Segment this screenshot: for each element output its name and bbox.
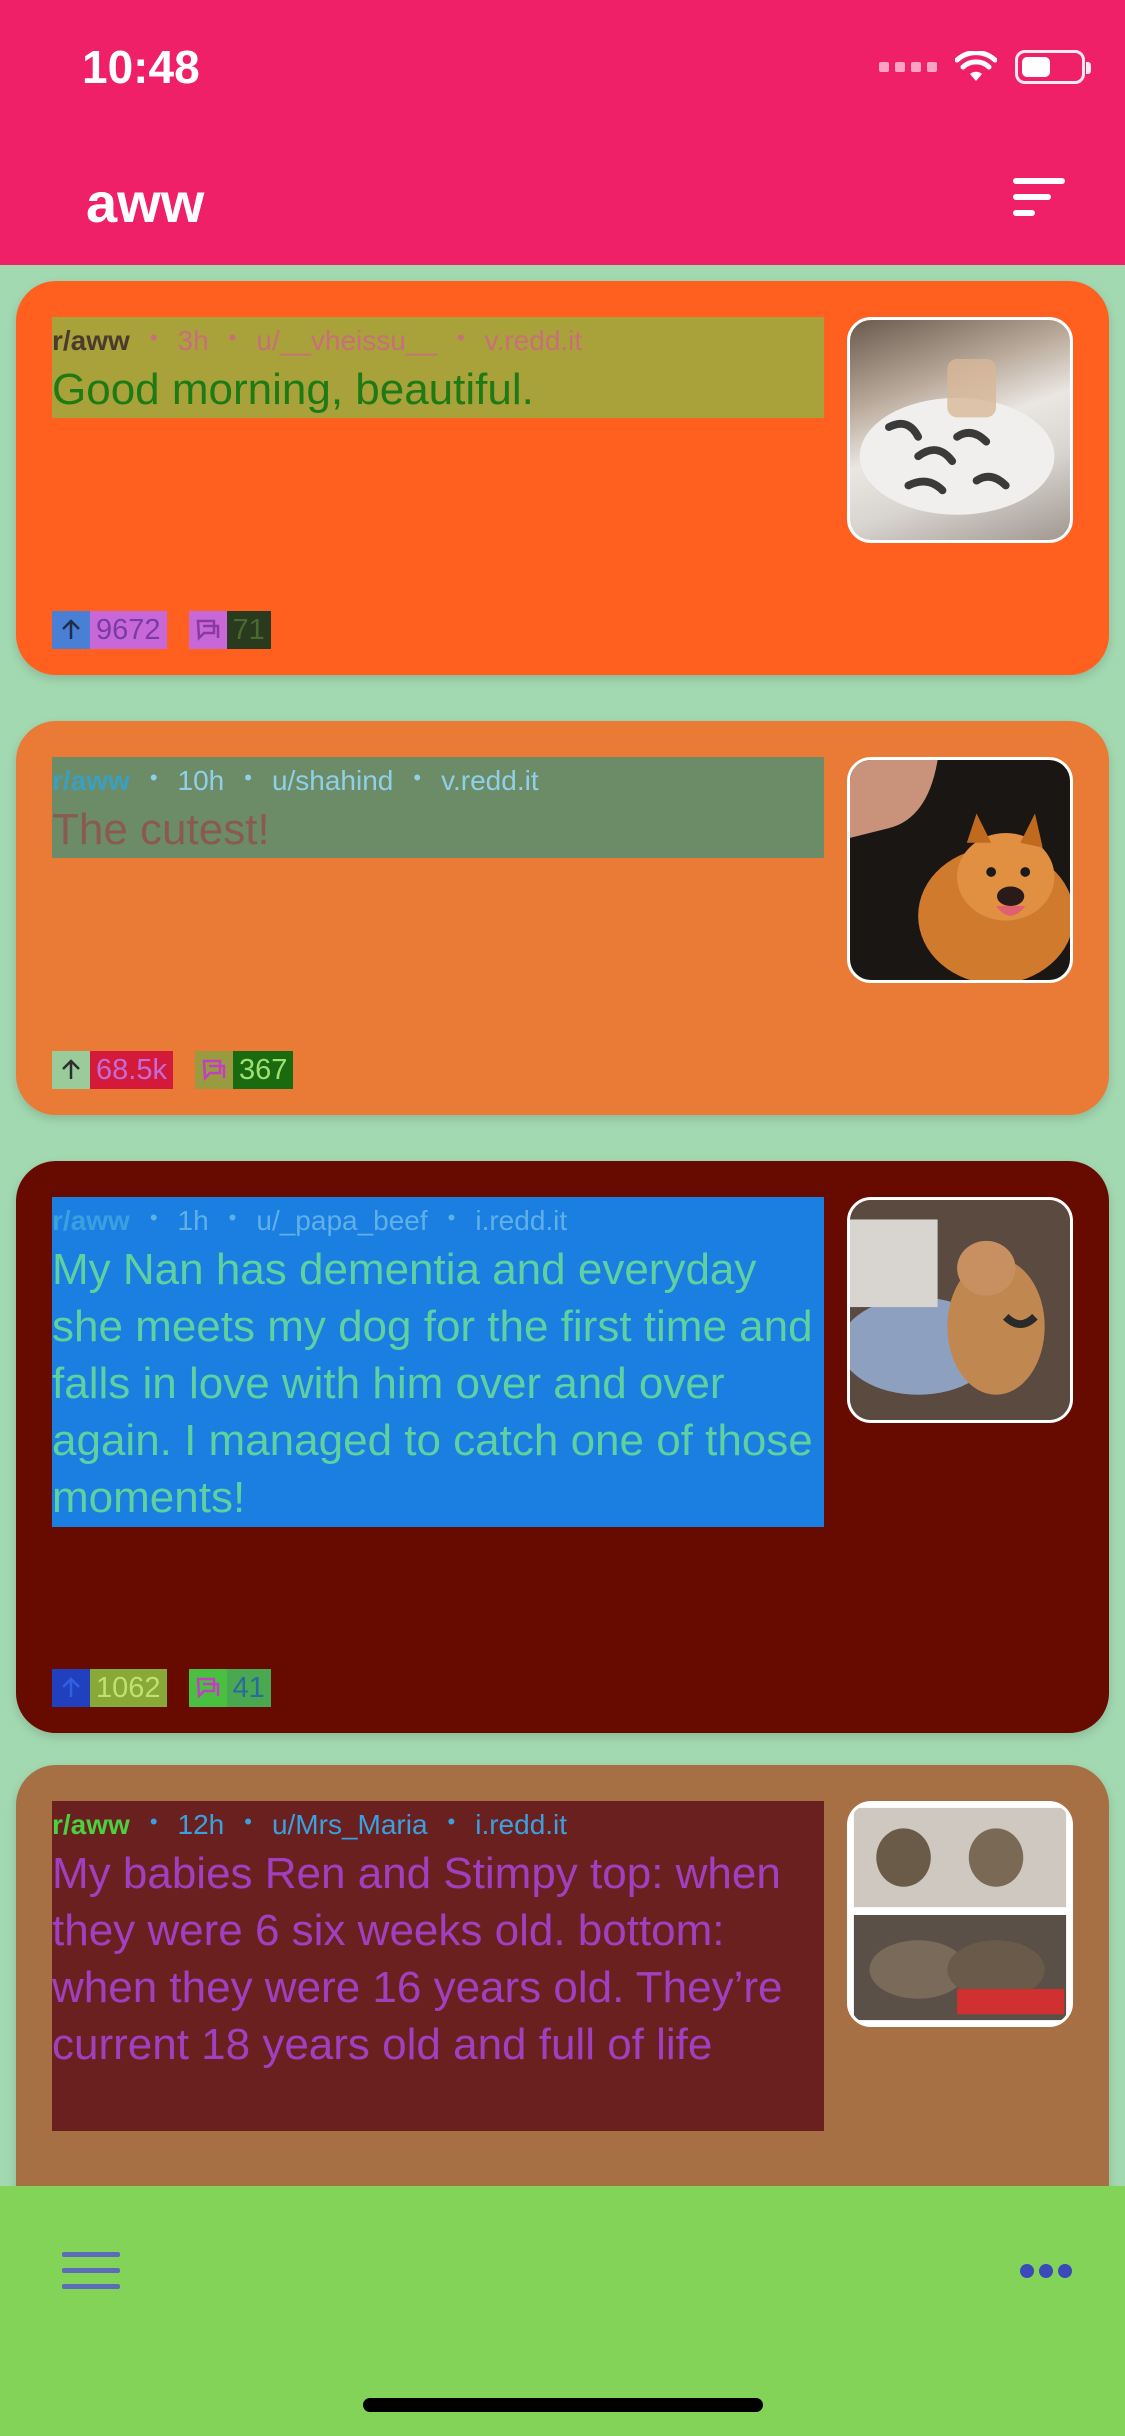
- upvote-count: 68.5k: [90, 1051, 173, 1089]
- cellular-signal-icon: [879, 62, 937, 72]
- arrow-up-icon[interactable]: [52, 1051, 90, 1089]
- status-time: 10:48: [82, 41, 200, 93]
- comment-count: 367: [232, 1051, 294, 1089]
- battery-icon: [1015, 50, 1091, 84]
- post-title[interactable]: My babies Ren and Stimpy top: when they …: [52, 1845, 824, 2073]
- post-stats: 68.5k 367: [52, 1051, 294, 1089]
- arrow-up-icon[interactable]: [52, 611, 90, 649]
- comment-icon[interactable]: [188, 611, 227, 649]
- page-title: aww: [86, 171, 205, 234]
- post-domain: v.redd.it: [441, 765, 539, 796]
- post-title[interactable]: The cutest!: [52, 801, 824, 858]
- comment-icon[interactable]: [194, 1051, 233, 1089]
- subreddit-label[interactable]: r/aww: [52, 765, 130, 797]
- post-age: 12h: [177, 1809, 225, 1840]
- post-stats: 9672 71: [52, 611, 271, 649]
- post-thumbnail[interactable]: [847, 317, 1073, 543]
- post-title[interactable]: My Nan has dementia and everyday she mee…: [52, 1241, 824, 1526]
- menu-icon[interactable]: [62, 2250, 120, 2292]
- post-author[interactable]: u/shahind: [272, 765, 393, 797]
- post-thumbnail[interactable]: [847, 1197, 1073, 1423]
- post-stats: 1062 41: [52, 1669, 271, 1707]
- post-author[interactable]: u/Mrs_Maria: [272, 1809, 428, 1841]
- home-indicator[interactable]: [363, 2398, 763, 2412]
- subreddit-label[interactable]: r/aww: [52, 1809, 130, 1841]
- subreddit-label[interactable]: r/aww: [52, 1205, 130, 1237]
- post-age: 10h: [177, 765, 225, 796]
- post-author[interactable]: u/_papa_beef: [256, 1205, 427, 1237]
- bottom-toolbar: [0, 2186, 1125, 2436]
- subreddit-label[interactable]: r/aww: [52, 325, 130, 357]
- more-icon[interactable]: [1019, 2260, 1073, 2282]
- status-icons: [879, 50, 1091, 84]
- post-domain: i.redd.it: [475, 1809, 568, 1840]
- post-age: 1h: [177, 1205, 209, 1236]
- wifi-icon: [955, 51, 997, 81]
- upvote-count: 1062: [90, 1669, 167, 1707]
- post-age: 3h: [177, 325, 209, 356]
- post-card[interactable]: r/aww • 10h • u/shahind • v.redd.it The …: [16, 721, 1109, 1115]
- comment-count: 41: [226, 1669, 271, 1707]
- post-domain: v.redd.it: [484, 325, 583, 356]
- post-card[interactable]: r/aww • 1h • u/_papa_beef • i.redd.it My…: [16, 1161, 1109, 1733]
- comment-icon[interactable]: [188, 1669, 227, 1707]
- post-thumbnail[interactable]: [847, 757, 1073, 983]
- post-author[interactable]: u/__vheissu__: [256, 325, 437, 357]
- post-domain: i.redd.it: [475, 1205, 568, 1236]
- arrow-up-icon[interactable]: [52, 1669, 90, 1707]
- comment-count: 71: [226, 611, 271, 649]
- top-bar: 10:48 aww: [0, 0, 1125, 265]
- upvote-count: 9672: [90, 611, 167, 649]
- post-thumbnail[interactable]: [847, 1801, 1073, 2027]
- post-title[interactable]: Good morning, beautiful.: [52, 361, 824, 418]
- post-card[interactable]: r/aww • 3h • u/__vheissu__ • v.redd.it G…: [16, 281, 1109, 675]
- sort-icon[interactable]: [1009, 174, 1069, 220]
